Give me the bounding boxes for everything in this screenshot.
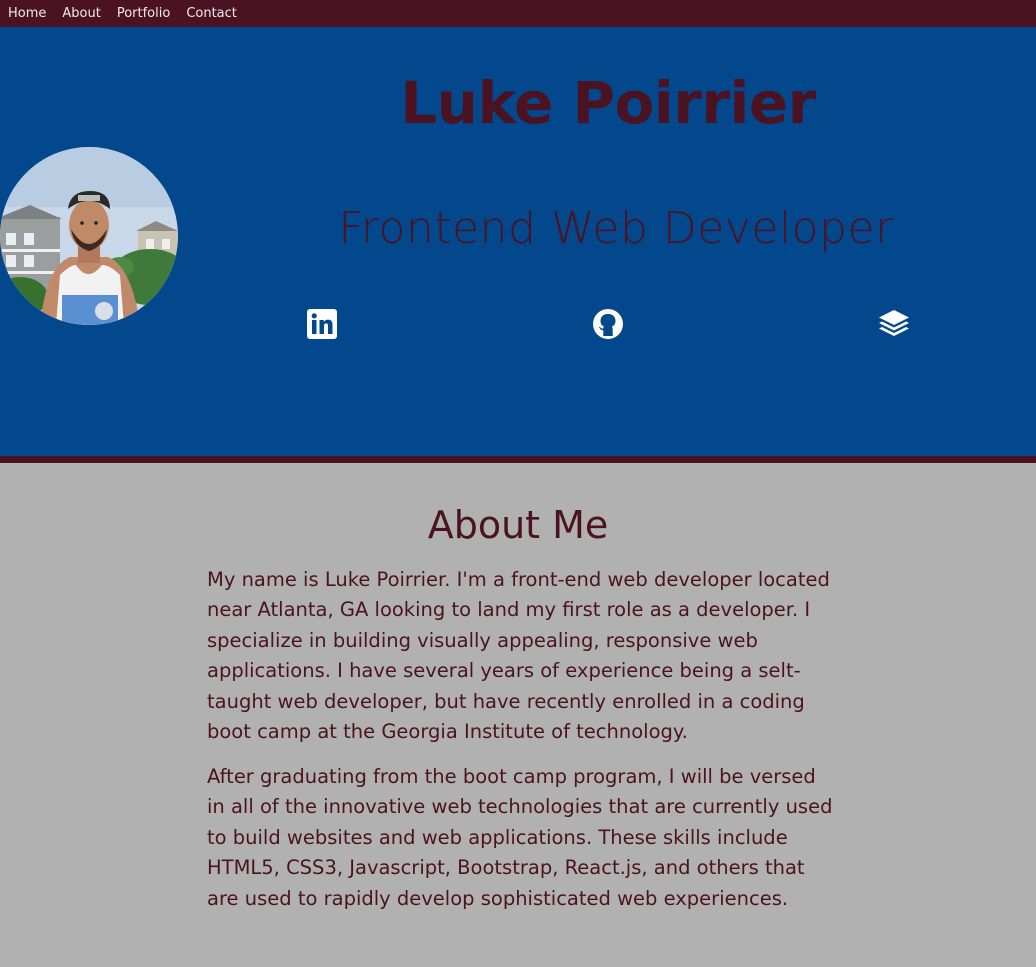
linkedin-link[interactable]	[305, 307, 339, 341]
nav-link-portfolio[interactable]: Portfolio	[117, 6, 170, 21]
stack-link[interactable]	[877, 307, 911, 341]
nav-link-contact[interactable]: Contact	[186, 6, 237, 21]
hero-title: Frontend Web Developer	[338, 203, 894, 254]
about-paragraph-2: After graduating from the boot camp prog…	[207, 765, 833, 910]
github-link[interactable]	[591, 307, 625, 341]
linkedin-icon	[307, 309, 337, 339]
nav-link-home[interactable]: Home	[8, 6, 46, 21]
hero-divider	[0, 456, 1036, 463]
about-section: About Me My name is Luke Poirrier. I'm a…	[0, 463, 1036, 967]
hero-name: Luke Poirrier	[400, 69, 816, 137]
top-navbar: Home About Portfolio Contact	[0, 0, 1036, 27]
nav-link-about[interactable]: About	[62, 6, 100, 21]
stack-icon	[879, 310, 909, 336]
hero-section: Luke Poirrier Frontend Web Developer	[0, 27, 1036, 456]
about-heading: About Me	[427, 503, 609, 547]
github-icon	[593, 309, 623, 339]
about-paragraph-1: My name is Luke Poirrier. I'm a front-en…	[207, 568, 830, 744]
